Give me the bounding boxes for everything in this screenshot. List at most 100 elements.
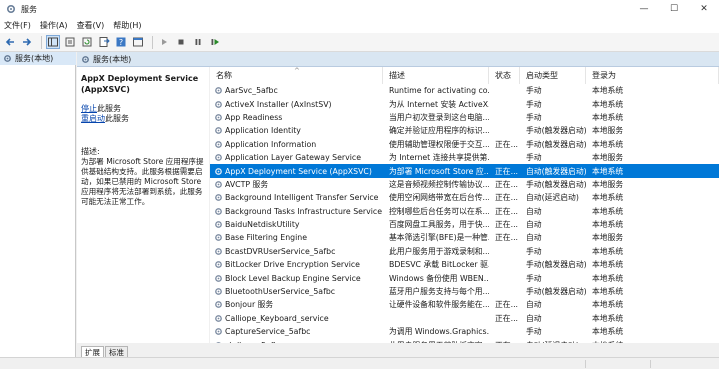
console-tree-button[interactable] — [46, 35, 60, 49]
export-list-button[interactable] — [97, 35, 111, 49]
tab-standard[interactable]: 标准 — [105, 346, 128, 357]
table-row[interactable]: Base Filtering Engine 基本筛选引擎(BFE)是一种管... 正… — [210, 231, 719, 244]
menu-view[interactable]: 查看(V) — [77, 20, 105, 31]
menu-help[interactable]: 帮助(H) — [113, 20, 141, 31]
help-icon: ? — [116, 37, 126, 47]
menu-file[interactable]: 文件(F) — [4, 20, 31, 31]
service-logon-cell: 本地系统 — [592, 327, 624, 337]
table-row[interactable]: CaptureService_5afbc 为调用 Windows.Graphics… — [210, 325, 719, 338]
toolbar-separator — [41, 35, 42, 49]
table-row[interactable]: Calliope_Keyboard_service 正在... 自动 本地系统 — [210, 312, 719, 325]
stop-service-button[interactable] — [174, 35, 188, 49]
table-row[interactable]: BcastDVRUserService_5afbc 此用户服务用于游戏录制和...… — [210, 245, 719, 258]
service-description-cell: 使用空闲网络带宽在后台传... — [389, 193, 489, 203]
service-gear-icon — [215, 314, 222, 322]
restart-service-link[interactable]: 重启动 — [81, 114, 105, 123]
service-startup-type-cell: 手动(触发器启动) — [526, 126, 586, 136]
service-name: Application Identity — [225, 126, 301, 136]
service-gear-icon — [215, 194, 222, 202]
service-name: Calliope_Keyboard_service — [225, 313, 329, 323]
service-logon-cell: 本地系统 — [592, 313, 624, 323]
properties-icon — [65, 37, 75, 47]
service-name: ActiveX Installer (AxInstSV) — [225, 99, 332, 109]
service-name-cell: Application Information — [210, 140, 383, 149]
service-name: Application Layer Gateway Service — [225, 153, 361, 163]
tab-extended[interactable]: 扩展 — [81, 346, 104, 357]
service-name-cell: CaptureService_5afbc — [210, 327, 383, 336]
service-name: Background Intelligent Transfer Service — [225, 193, 379, 203]
tree-node-services-local[interactable]: 服务(本地) — [0, 52, 76, 65]
service-description-cell: 这是音频视频控制传输协议... — [389, 179, 489, 189]
table-row[interactable]: BluetoothUserService_5afbc 蓝牙用户服务支持与每个用..… — [210, 285, 719, 298]
description-label: 描述: — [81, 147, 100, 156]
service-gear-icon — [215, 127, 222, 135]
column-header-startup-type[interactable]: 启动类型 — [520, 67, 586, 84]
table-row[interactable]: ActiveX Installer (AxInstSV) 为从 Internet … — [210, 97, 719, 110]
table-row[interactable]: Block Level Backup Engine Service Windows… — [210, 271, 719, 284]
forward-button[interactable] — [20, 35, 34, 49]
table-row[interactable]: Background Tasks Infrastructure Service 控… — [210, 205, 719, 218]
service-status-cell: 正在... — [495, 313, 519, 323]
service-name: BcastDVRUserService_5afbc — [225, 246, 336, 256]
services-gear-icon — [82, 55, 89, 63]
service-name: BaiduNetdiskUtility — [225, 220, 300, 230]
status-bar-divider — [585, 360, 586, 368]
table-row[interactable]: App Readiness 当用户初次登录到这台电脑... 手动 本地系统 — [210, 111, 719, 124]
service-description-cell: 使用辅助管理权限便于交互... — [389, 139, 489, 149]
console-tree-icon — [48, 37, 58, 47]
service-status-cell: 正在... — [495, 233, 519, 243]
minimize-button[interactable]: — — [629, 0, 659, 18]
refresh-button[interactable] — [80, 35, 94, 49]
toolbar-separator — [152, 35, 153, 49]
service-gear-icon — [215, 248, 222, 255]
stop-service-link[interactable]: 停止 — [81, 104, 97, 113]
service-logon-cell: 本地系统 — [592, 287, 624, 297]
table-row[interactable]: BaiduNetdiskUtility 百度网盘工具服务，用于快... 正在... 自… — [210, 218, 719, 231]
start-service-button[interactable] — [157, 35, 171, 49]
console-tree: 服务(本地) — [0, 52, 76, 357]
pause-icon — [195, 39, 201, 45]
service-name-cell: AVCTP 服务 — [210, 179, 383, 190]
restart-service-button[interactable] — [208, 35, 222, 49]
table-row[interactable]: Application Layer Gateway Service 为 Inter… — [210, 151, 719, 164]
service-name: App Readiness — [225, 112, 283, 122]
service-logon-cell: 本地系统 — [592, 220, 624, 230]
properties-button[interactable] — [63, 35, 77, 49]
service-name-cell: Base Filtering Engine — [210, 233, 383, 242]
close-button[interactable]: ✕ — [689, 0, 719, 18]
service-name: Background Tasks Infrastructure Service — [225, 206, 383, 216]
column-header-log-on-as[interactable]: 登录为 — [586, 67, 719, 84]
table-row[interactable]: Background Intelligent Transfer Service 使… — [210, 191, 719, 204]
service-name-cell: Calliope_Keyboard_service — [210, 314, 383, 323]
help-button[interactable]: ? — [114, 35, 128, 49]
service-description-cell: 控制哪些后台任务可以在系... — [389, 206, 489, 216]
column-header-description[interactable]: 描述 — [383, 67, 489, 84]
service-startup-type-cell: 手动(触发器启动) — [526, 139, 586, 149]
maximize-button[interactable]: ☐ — [659, 0, 689, 18]
export-icon — [99, 37, 110, 47]
column-header-name[interactable]: ^ 名称 — [210, 67, 383, 84]
table-row[interactable]: AVCTP 服务 这是音频视频控制传输协议... 正在... 手动(触发器启动) 本地服… — [210, 178, 719, 191]
service-logon-cell: 本地系统 — [592, 166, 624, 176]
service-description-cell: 为 Internet 连接共享提供第... — [389, 153, 489, 163]
menu-action[interactable]: 操作(A) — [40, 20, 68, 31]
service-gear-icon — [215, 114, 222, 121]
stop-link-suffix: 此服务 — [97, 104, 121, 113]
service-startup-type-cell: 手动 — [526, 246, 542, 256]
column-header-status[interactable]: 状态 — [489, 67, 520, 84]
toolbar: ? — [0, 33, 719, 52]
table-row[interactable]: Application Identity 确定并验证应用程序的标识... 手动(触发… — [210, 124, 719, 137]
service-description-cell: 当用户初次登录到这台电脑... — [389, 112, 489, 122]
table-row[interactable]: Application Information 使用辅助管理权限便于交互... 正在… — [210, 138, 719, 151]
service-startup-type-cell: 手动(触发器启动) — [526, 260, 586, 270]
table-row[interactable]: BitLocker Drive Encryption Service BDESVC… — [210, 258, 719, 271]
back-button[interactable] — [3, 35, 17, 49]
service-rows: AarSvc_5afbc Runtime for activating co...… — [210, 84, 719, 343]
show-hide-button[interactable] — [131, 35, 145, 49]
table-row[interactable]: AarSvc_5afbc Runtime for activating co...… — [210, 84, 719, 97]
table-row[interactable]: AppX Deployment Service (AppXSVC) 为部署 Mic… — [210, 164, 719, 178]
table-row[interactable]: Bonjour 服务 让硬件设备和软件服务能在... 正在... 自动 本地系统 — [210, 298, 719, 311]
service-name-cell: Bonjour 服务 — [210, 299, 383, 310]
pause-service-button[interactable] — [191, 35, 205, 49]
service-logon-cell: 本地服务 — [592, 153, 624, 163]
